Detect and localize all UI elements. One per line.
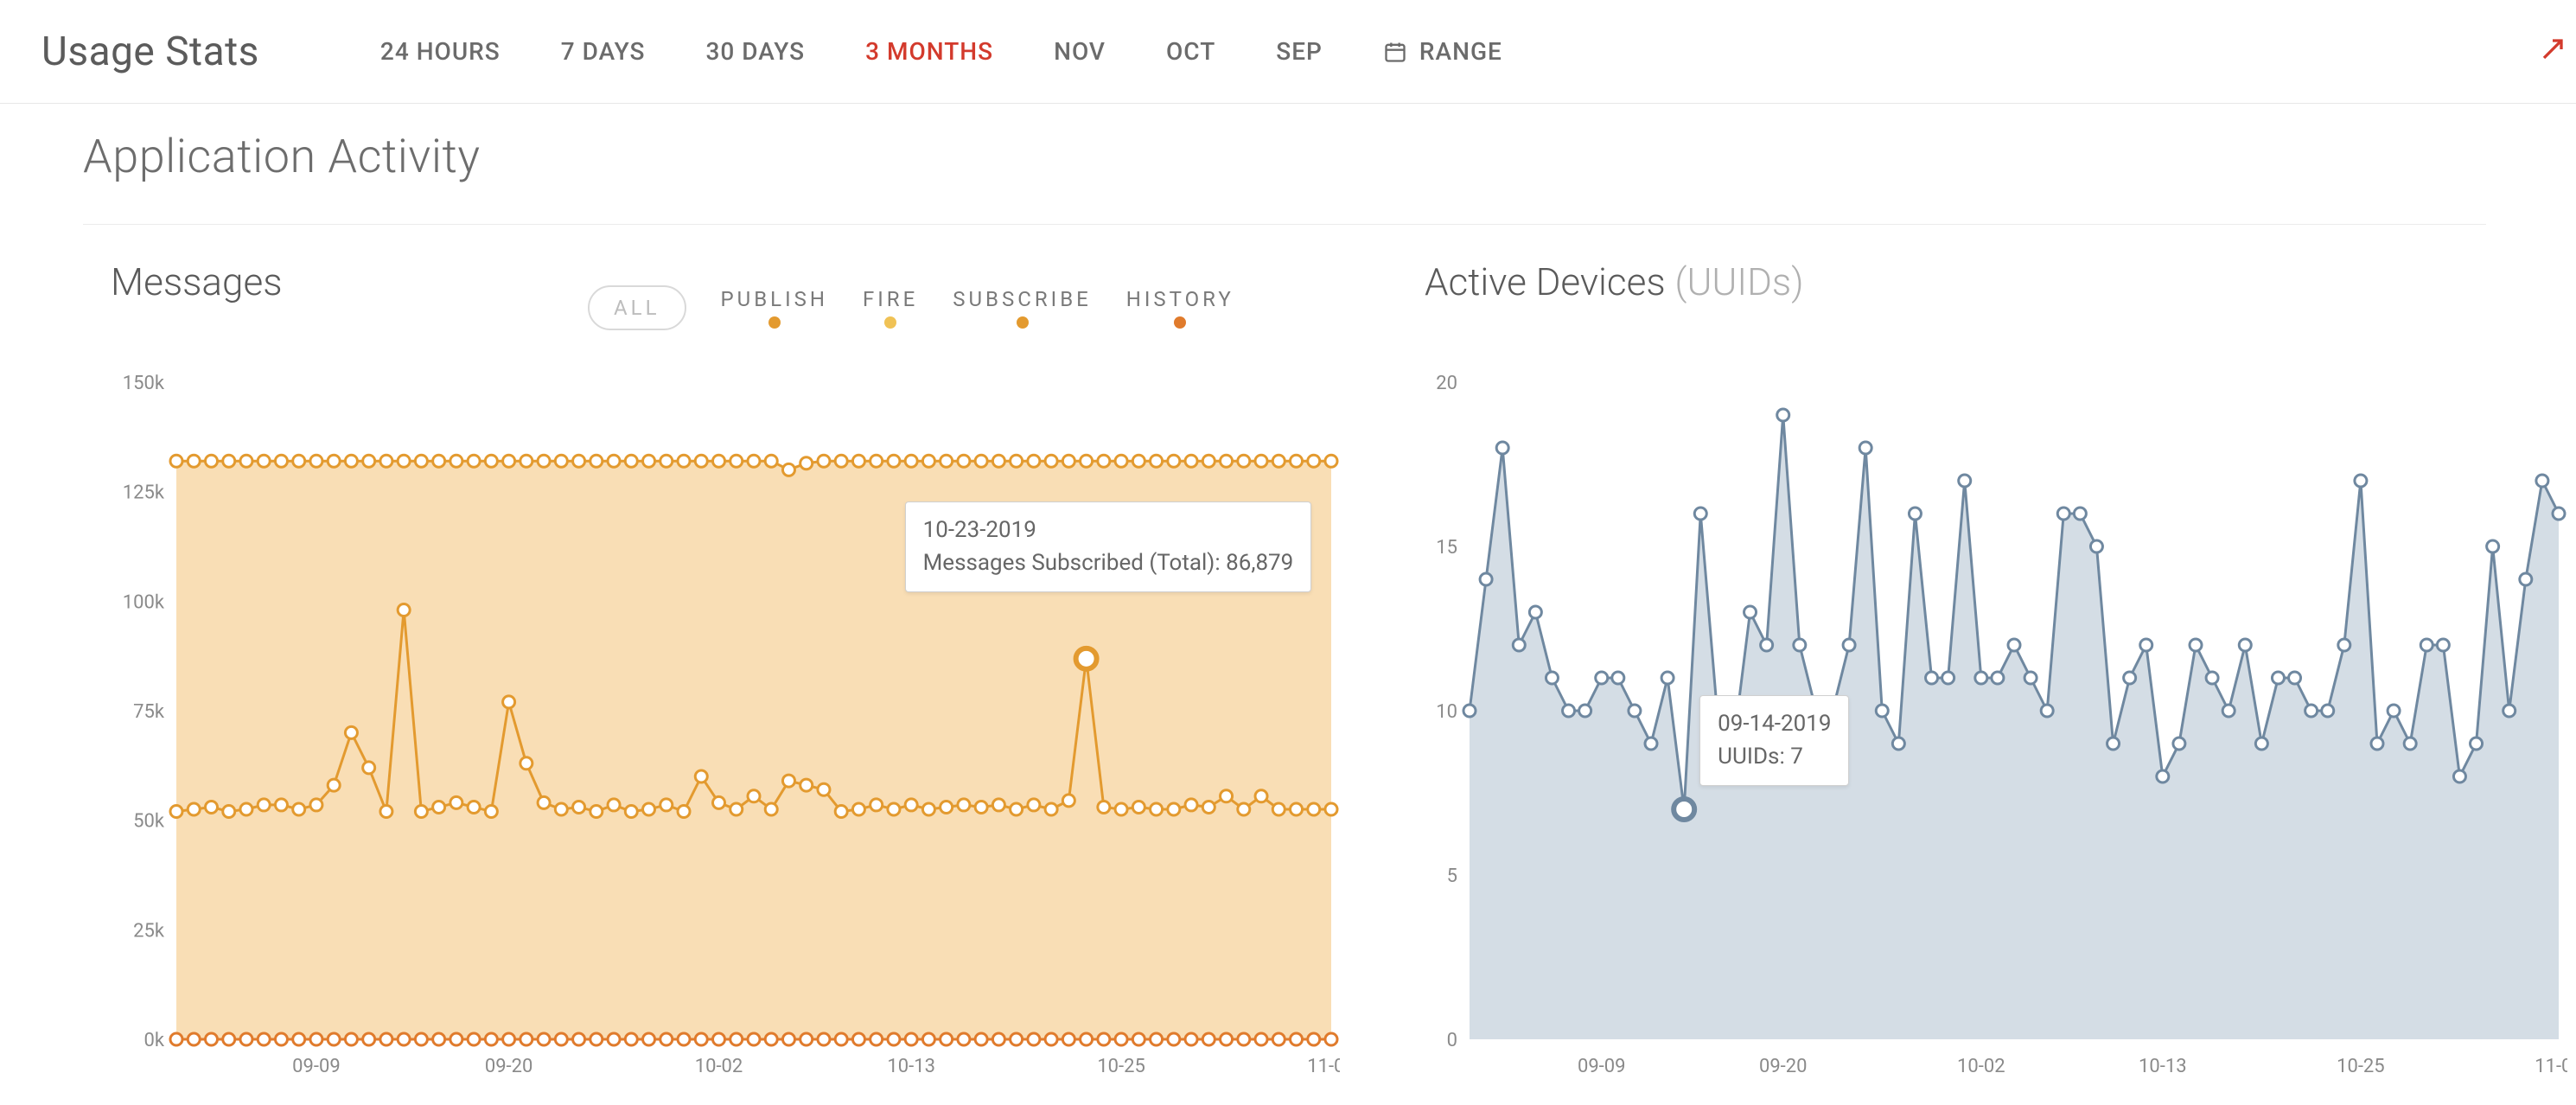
svg-text:25k: 25k: [133, 920, 165, 942]
svg-text:10-02: 10-02: [695, 1056, 743, 1077]
tab-sep[interactable]: SEP: [1276, 37, 1323, 66]
devices-tooltip-label: UUIDs: 7: [1718, 741, 1831, 774]
svg-text:09-20: 09-20: [485, 1056, 533, 1077]
legend-fire-label: FIRE: [863, 287, 918, 311]
messages-tooltip: 10-23-2019 Messages Subscribed (Total): …: [905, 501, 1312, 592]
tab-24h[interactable]: 24 HOURS: [380, 37, 501, 66]
messages-plot[interactable]: 0k 25k 50k 75k 100k 125k 150k 09-09 09-20 10-02 10…: [95, 365, 1340, 1086]
svg-text:10-13: 10-13: [2139, 1056, 2187, 1077]
svg-text:150k: 150k: [123, 373, 165, 394]
svg-text:20: 20: [1436, 373, 1457, 394]
devices-chart-title: Active Devices (UUIDs): [1425, 259, 2567, 304]
svg-text:09-20: 09-20: [1759, 1056, 1808, 1077]
svg-text:10-13: 10-13: [887, 1056, 935, 1077]
legend-all[interactable]: ALL: [588, 285, 686, 330]
svg-text:75k: 75k: [133, 701, 165, 723]
svg-text:11-06: 11-06: [2535, 1056, 2567, 1077]
svg-text:09-09: 09-09: [292, 1056, 341, 1077]
section-heading: Application Activity: [83, 130, 2486, 225]
share-icon[interactable]: [2531, 36, 2566, 74]
messages-tooltip-date: 10-23-2019: [923, 514, 1294, 547]
time-range-tabs: 24 HOURS 7 DAYS 30 DAYS 3 MONTHS NOV OCT…: [380, 37, 1502, 66]
topbar: Usage Stats 24 HOURS 7 DAYS 30 DAYS 3 MO…: [0, 0, 2576, 104]
tab-7d[interactable]: 7 DAYS: [561, 37, 646, 66]
devices-tooltip: 09-14-2019 UUIDs: 7: [1699, 695, 1849, 786]
svg-text:10-25: 10-25: [2337, 1056, 2385, 1077]
svg-text:09-09: 09-09: [1578, 1056, 1626, 1077]
messages-legend: ALL PUBLISH FIRE SUBSCRIBE HISTORY: [588, 285, 1234, 330]
svg-text:100k: 100k: [123, 591, 165, 613]
svg-text:11-06: 11-06: [1307, 1056, 1340, 1077]
tab-oct[interactable]: OCT: [1166, 37, 1215, 66]
svg-text:15: 15: [1436, 537, 1457, 559]
tab-3m[interactable]: 3 MONTHS: [865, 37, 993, 66]
tab-range[interactable]: RANGE: [1383, 37, 1502, 66]
devices-chart-column: Active Devices (UUIDs) 0 5 10 15 20 09-09 09-2…: [1409, 259, 2567, 1086]
legend-subscribe-dot: [1017, 316, 1029, 329]
svg-text:10-02: 10-02: [1957, 1056, 2005, 1077]
legend-subscribe[interactable]: SUBSCRIBE: [953, 287, 1092, 329]
svg-text:0: 0: [1447, 1030, 1457, 1051]
tab-range-label: RANGE: [1419, 37, 1502, 66]
legend-history-label: HISTORY: [1126, 287, 1234, 311]
svg-text:10-25: 10-25: [1097, 1056, 1145, 1077]
legend-publish-label: PUBLISH: [721, 287, 828, 311]
legend-publish-dot: [768, 316, 781, 329]
legend-subscribe-label: SUBSCRIBE: [953, 287, 1092, 311]
legend-history[interactable]: HISTORY: [1126, 287, 1234, 329]
legend-history-dot: [1174, 316, 1186, 329]
devices-tooltip-date: 09-14-2019: [1718, 708, 1831, 741]
devices-chart-title-muted: (UUIDs): [1674, 259, 1803, 304]
legend-fire[interactable]: FIRE: [863, 287, 918, 329]
devices-plot[interactable]: 0 5 10 15 20 09-09 09-20 10-02 10-13 10-25 11-06: [1409, 365, 2567, 1086]
page-title: Usage Stats: [41, 29, 259, 75]
messages-tooltip-label: Messages Subscribed (Total): 86,879: [923, 547, 1294, 580]
legend-fire-dot: [884, 316, 896, 329]
calendar-icon: [1383, 40, 1407, 64]
tab-30d[interactable]: 30 DAYS: [705, 37, 805, 66]
tab-nov[interactable]: NOV: [1054, 37, 1106, 66]
legend-publish[interactable]: PUBLISH: [721, 287, 828, 329]
devices-chart-title-text: Active Devices: [1425, 259, 1674, 304]
svg-text:50k: 50k: [133, 811, 165, 833]
svg-text:10: 10: [1436, 701, 1457, 723]
svg-text:0k: 0k: [143, 1030, 164, 1051]
messages-chart-column: Messages ALL PUBLISH FIRE SUBSCRIBE HIST…: [95, 259, 1340, 1086]
svg-text:5: 5: [1447, 865, 1457, 887]
svg-text:125k: 125k: [123, 482, 165, 504]
